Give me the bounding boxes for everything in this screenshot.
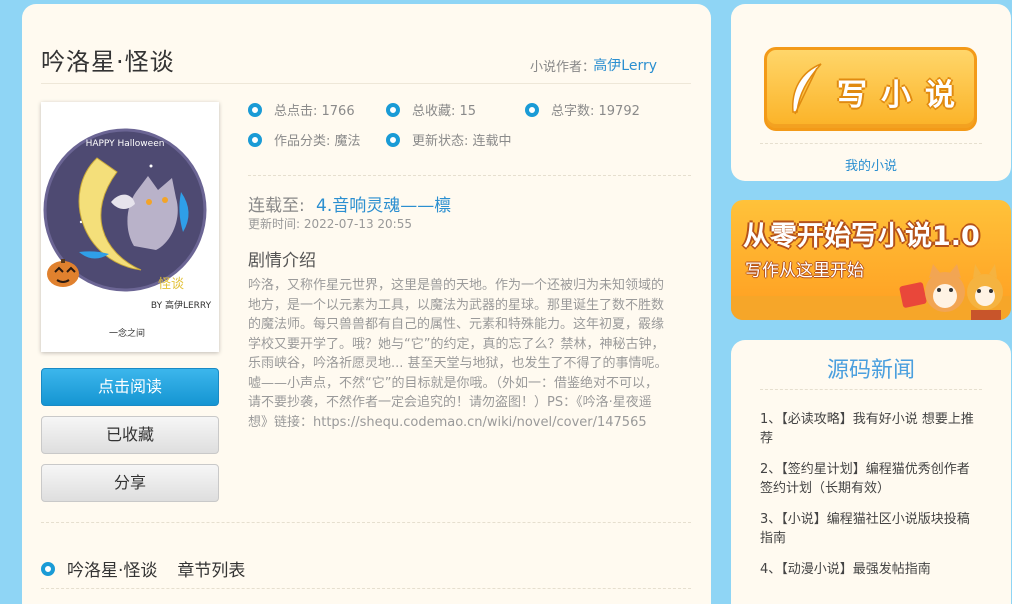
- news-title: 源码新闻: [826, 358, 915, 383]
- bullet-ring-icon: [386, 102, 400, 117]
- page: 吟洛星·怪谈 小说作者： 高伊Lerry HAPPY Halloween 怪谈 …: [0, 0, 1012, 604]
- chapter-list-label: 章节列表: [177, 561, 246, 581]
- favorited-button[interactable]: 已收藏: [41, 416, 219, 454]
- title-row: 吟洛星·怪谈 小说作者： 高伊Lerry: [41, 42, 691, 84]
- divider: [41, 522, 691, 523]
- novel-title: 吟洛星·怪谈: [41, 48, 175, 76]
- update-time: 更新时间: 2022-07-13 20:55: [248, 217, 412, 231]
- novel-cover-image[interactable]: HAPPY Halloween 怪谈 BY 高伊LERRY 一念之间: [41, 102, 219, 352]
- latest-chapter-label: 连载至:: [248, 196, 305, 216]
- chapter-novel-title: 吟洛星·怪谈: [67, 561, 158, 581]
- stat-total-favorites-text: 总收藏: 15: [412, 104, 477, 119]
- novel-detail-card: 吟洛星·怪谈 小说作者： 高伊Lerry HAPPY Halloween 怪谈 …: [22, 4, 711, 604]
- news-item[interactable]: 3、【小说】编程猫社区小说版块投稿指南: [760, 510, 982, 548]
- stat-total-words: 总字数: 19792: [525, 100, 640, 119]
- banner-subtitle: 写作从这里开始: [745, 261, 864, 281]
- stat-total-clicks-text: 总点击: 1766: [274, 104, 355, 119]
- latest-chapter-link[interactable]: 4.音响灵魂——檩: [316, 191, 451, 216]
- bullet-ring-icon: [386, 132, 400, 147]
- write-novel-text: 写小说: [837, 78, 969, 113]
- tutorial-banner[interactable]: 从零开始写小说1.0 写作从这里开始: [731, 200, 1011, 320]
- news-item[interactable]: 1、【必读攻略】我有好小说 想要上推荐: [760, 410, 982, 448]
- divider: [41, 588, 691, 589]
- stat-total-favorites: 总收藏: 15: [386, 100, 476, 119]
- write-novel-card: 写小说 我的小说: [731, 4, 1011, 181]
- bullet-ring-icon: [248, 132, 262, 147]
- stat-total-words-text: 总字数: 19792: [551, 104, 640, 119]
- divider: [760, 389, 982, 390]
- cover-tagline: 一念之间: [109, 327, 145, 339]
- stat-update-status-text: 更新状态: 连载中: [412, 134, 512, 149]
- news-item[interactable]: 2、【签约星计划】编程猫优秀创作者签约计划（长期有效）: [760, 460, 982, 498]
- chapter-list-header: 吟洛星·怪谈 章节列表: [41, 556, 691, 581]
- news-card: 源码新闻 1、【必读攻略】我有好小说 想要上推荐 2、【签约星计划】编程猫优秀创…: [731, 340, 1011, 604]
- news-item[interactable]: 4、【动漫小说】最强发帖指南: [760, 560, 982, 579]
- news-list: 1、【必读攻略】我有好小说 想要上推荐 2、【签约星计划】编程猫优秀创作者签约计…: [760, 410, 982, 591]
- read-button[interactable]: 点击阅读: [41, 368, 219, 406]
- feather-pen-icon: [792, 63, 822, 115]
- divider: [760, 143, 982, 144]
- stat-category: 作品分类: 魔法: [248, 130, 361, 149]
- stat-update-status: 更新状态: 连载中: [386, 130, 512, 149]
- banner-title: 从零开始写小说1.0: [743, 221, 980, 252]
- plot-description: 吟洛，又称作星元世界，这里是兽的天地。作为一个还被归为未知领域的地方，是一个以元…: [248, 278, 668, 430]
- divider: [248, 175, 691, 176]
- cover-banner-text: HAPPY Halloween: [86, 139, 165, 149]
- stat-total-clicks: 总点击: 1766: [248, 100, 355, 119]
- stat-category-text: 作品分类: 魔法: [274, 134, 361, 149]
- mascot-cats-icon: [899, 264, 1003, 320]
- author-link[interactable]: 高伊Lerry: [593, 55, 657, 75]
- cover-title-text: 怪谈: [158, 277, 184, 292]
- bullet-ring-icon: [525, 102, 539, 117]
- cover-byline: BY 高伊LERRY: [151, 299, 212, 311]
- share-button[interactable]: 分享: [41, 464, 219, 502]
- my-novels-link[interactable]: 我的小说: [731, 155, 1011, 174]
- bullet-ring-icon: [41, 561, 55, 576]
- author-label: 小说作者：: [529, 60, 595, 75]
- cover-illustration: HAPPY Halloween 怪谈 BY 高伊LERRY 一念之间: [41, 102, 219, 352]
- plot-heading: 剧情介绍: [248, 251, 316, 271]
- bullet-ring-icon: [248, 102, 262, 117]
- write-novel-button[interactable]: 写小说: [764, 47, 977, 131]
